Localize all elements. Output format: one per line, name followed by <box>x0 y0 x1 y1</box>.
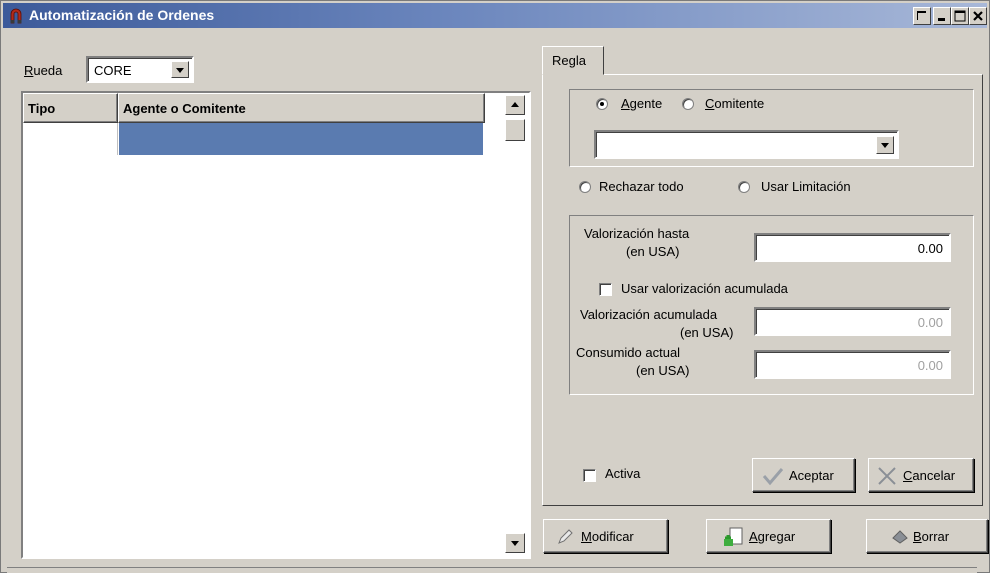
valorizacion-acumulada-unit: (en USA) <box>680 325 734 340</box>
consumido-actual-unit: (en USA) <box>636 363 690 378</box>
minimize-button[interactable] <box>933 7 951 25</box>
tab-regla[interactable]: Regla <box>542 46 604 75</box>
radio-agente[interactable] <box>596 98 608 110</box>
table-row[interactable] <box>23 123 485 155</box>
radio-agente-label[interactable]: Agente <box>621 96 662 111</box>
cross-icon <box>876 466 898 489</box>
eraser-icon <box>891 529 909 548</box>
valorizacion-acumulada-label: Valorización acumulada <box>580 307 718 322</box>
borrar-button[interactable]: Borrar <box>866 519 988 553</box>
usar-acumulada-label[interactable]: Usar valorización acumulada <box>621 281 788 296</box>
pencil-icon <box>556 528 574 549</box>
column-header-tipo[interactable]: Tipo <box>23 93 118 123</box>
activa-checkbox[interactable] <box>583 469 596 482</box>
chevron-down-icon <box>881 143 889 148</box>
rules-grid[interactable]: Tipo Agente o Comitente <box>21 91 531 559</box>
valorizacion-hasta-input[interactable]: 0.00 <box>754 233 951 262</box>
close-button[interactable] <box>969 7 987 25</box>
add-document-icon <box>723 526 745 551</box>
agente-combo[interactable] <box>594 130 899 159</box>
tab-panel: Agente Comitente Rechazar todo Usar Limi… <box>542 74 983 506</box>
usar-acumulada-checkbox[interactable] <box>599 283 612 296</box>
radio-usar-label[interactable]: Usar Limitación <box>761 179 851 194</box>
table-cell-agente-selected[interactable] <box>119 123 483 155</box>
restore-icon <box>914 8 930 24</box>
rueda-label: Rueda <box>24 63 63 78</box>
chevron-down-icon <box>176 68 184 73</box>
status-strip <box>7 567 977 573</box>
limit-group: Valorización hasta (en USA) 0.00 Usar va… <box>569 215 974 395</box>
valorizacion-acumulada-input[interactable]: 0.00 <box>754 307 951 336</box>
vertical-scrollbar[interactable] <box>503 93 527 557</box>
radio-usar-limitacion[interactable] <box>738 181 750 193</box>
scroll-down-button[interactable] <box>505 533 525 553</box>
consumido-actual-input[interactable]: 0.00 <box>754 350 951 379</box>
main-window: Automatización de Ordenes Rueda CORE Tip… <box>0 0 990 573</box>
close-icon <box>970 8 986 24</box>
scroll-thumb[interactable] <box>505 119 525 141</box>
maximize-button[interactable] <box>951 7 969 25</box>
horseshoe-magnet-icon <box>8 7 24 24</box>
minimize-icon <box>934 8 950 24</box>
radio-rechazar-label[interactable]: Rechazar todo <box>599 179 684 194</box>
scroll-up-button[interactable] <box>505 95 525 115</box>
title-bar[interactable]: Automatización de Ordenes <box>3 3 987 28</box>
rueda-select[interactable]: CORE <box>86 56 194 83</box>
agregar-button[interactable]: Agregar <box>706 519 831 553</box>
modificar-button[interactable]: Modificar <box>543 519 668 553</box>
arrow-down-icon <box>511 541 519 546</box>
agente-dropdown-button[interactable] <box>876 136 894 154</box>
restore-button[interactable] <box>913 7 931 25</box>
radio-comitente[interactable] <box>682 98 694 110</box>
table-cell-tipo[interactable] <box>23 123 118 155</box>
radio-rechazar-todo[interactable] <box>579 181 591 193</box>
aceptar-button[interactable]: Aceptar <box>752 458 855 492</box>
valorizacion-hasta-unit: (en USA) <box>626 244 680 259</box>
activa-label[interactable]: Activa <box>605 466 640 481</box>
window-title: Automatización de Ordenes <box>29 7 215 23</box>
maximize-icon <box>952 8 968 24</box>
consumido-actual-label: Consumido actual <box>576 345 681 360</box>
radio-comitente-label[interactable]: Comitente <box>705 96 764 111</box>
cancelar-button[interactable]: Cancelar <box>868 458 974 492</box>
checkmark-icon <box>762 466 784 489</box>
column-header-agente[interactable]: Agente o Comitente <box>118 93 485 123</box>
rueda-value: CORE <box>94 63 132 78</box>
selector-group: Agente Comitente <box>569 89 974 167</box>
rueda-dropdown-button[interactable] <box>171 61 189 78</box>
valorizacion-hasta-label: Valorización hasta <box>584 226 690 241</box>
arrow-up-icon <box>511 102 519 107</box>
